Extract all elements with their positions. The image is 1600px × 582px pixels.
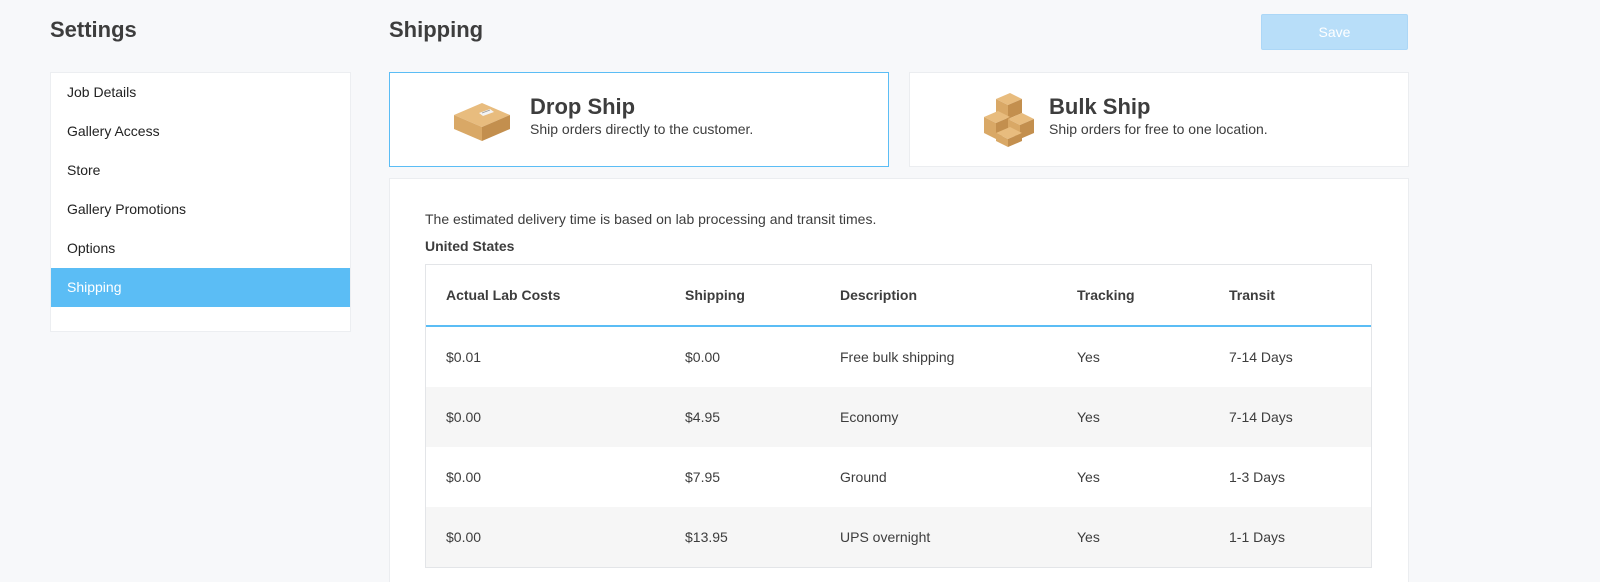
page-title: Shipping — [389, 17, 484, 42]
sidebar-item-options[interactable]: Options — [51, 229, 350, 268]
table-row: $0.00 $7.95 Ground Yes 1-3 Days — [426, 447, 1371, 507]
table-row: $0.00 $13.95 UPS overnight Yes 1-1 Days — [426, 507, 1371, 567]
cell-transit: 7-14 Days — [1229, 409, 1293, 425]
table-row: $0.00 $4.95 Economy Yes 7-14 Days — [426, 387, 1371, 447]
rates-table: Actual Lab Costs Shipping Description Tr… — [425, 264, 1372, 568]
cell-lab-cost: $0.01 — [446, 349, 482, 365]
table-row: $0.01 $0.00 Free bulk shipping Yes 7-14 … — [426, 327, 1371, 387]
header-tracking: Tracking — [1077, 287, 1135, 303]
save-button[interactable]: Save — [1261, 14, 1408, 50]
cell-description: Free bulk shipping — [840, 349, 955, 365]
cell-tracking: Yes — [1077, 349, 1100, 365]
cell-shipping: $13.95 — [685, 529, 728, 545]
header-shipping: Shipping — [685, 287, 745, 303]
cell-shipping: $7.95 — [685, 469, 721, 485]
cell-description: Ground — [840, 469, 887, 485]
cell-transit: 1-1 Days — [1229, 529, 1286, 545]
region-label: United States — [425, 238, 515, 254]
drop-ship-option[interactable]: Drop Ship Ship orders directly to the cu… — [389, 72, 889, 167]
table-header: Actual Lab Costs Shipping Description Tr… — [426, 265, 1371, 327]
bulk-ship-option[interactable]: Bulk Ship Ship orders for free to one lo… — [909, 72, 1409, 167]
header-actual-lab-costs: Actual Lab Costs — [446, 287, 561, 303]
cell-tracking: Yes — [1077, 529, 1100, 545]
sidebar-item-store[interactable]: Store — [51, 151, 350, 190]
settings-sidebar: Job Details Gallery Access Store Gallery… — [50, 72, 351, 332]
stacked-boxes-icon — [984, 93, 1034, 147]
box-icon — [454, 103, 510, 141]
cell-shipping: $4.95 — [685, 409, 721, 425]
bulk-ship-description: Ship orders for free to one location. — [1049, 121, 1268, 137]
cell-lab-cost: $0.00 — [446, 469, 482, 485]
sidebar-item-job-details[interactable]: Job Details — [51, 73, 350, 112]
cell-shipping: $0.00 — [685, 349, 721, 365]
cell-lab-cost: $0.00 — [446, 529, 482, 545]
cell-lab-cost: $0.00 — [446, 409, 482, 425]
header-transit: Transit — [1229, 287, 1275, 303]
sidebar-item-gallery-promotions[interactable]: Gallery Promotions — [51, 190, 350, 229]
delivery-note: The estimated delivery time is based on … — [425, 211, 877, 227]
cell-transit: 1-3 Days — [1229, 469, 1286, 485]
cell-transit: 7-14 Days — [1229, 349, 1293, 365]
sidebar-item-shipping[interactable]: Shipping — [51, 268, 350, 307]
cell-description: UPS overnight — [840, 529, 931, 545]
drop-ship-description: Ship orders directly to the customer. — [530, 121, 754, 137]
drop-ship-title: Drop Ship — [530, 94, 636, 119]
cell-tracking: Yes — [1077, 469, 1100, 485]
bulk-ship-title: Bulk Ship — [1049, 94, 1151, 119]
cell-description: Economy — [840, 409, 899, 425]
sidebar-item-gallery-access[interactable]: Gallery Access — [51, 112, 350, 151]
shipping-rates-panel: The estimated delivery time is based on … — [389, 178, 1409, 582]
settings-title: Settings — [50, 17, 137, 42]
header-description: Description — [840, 287, 918, 303]
cell-tracking: Yes — [1077, 409, 1100, 425]
